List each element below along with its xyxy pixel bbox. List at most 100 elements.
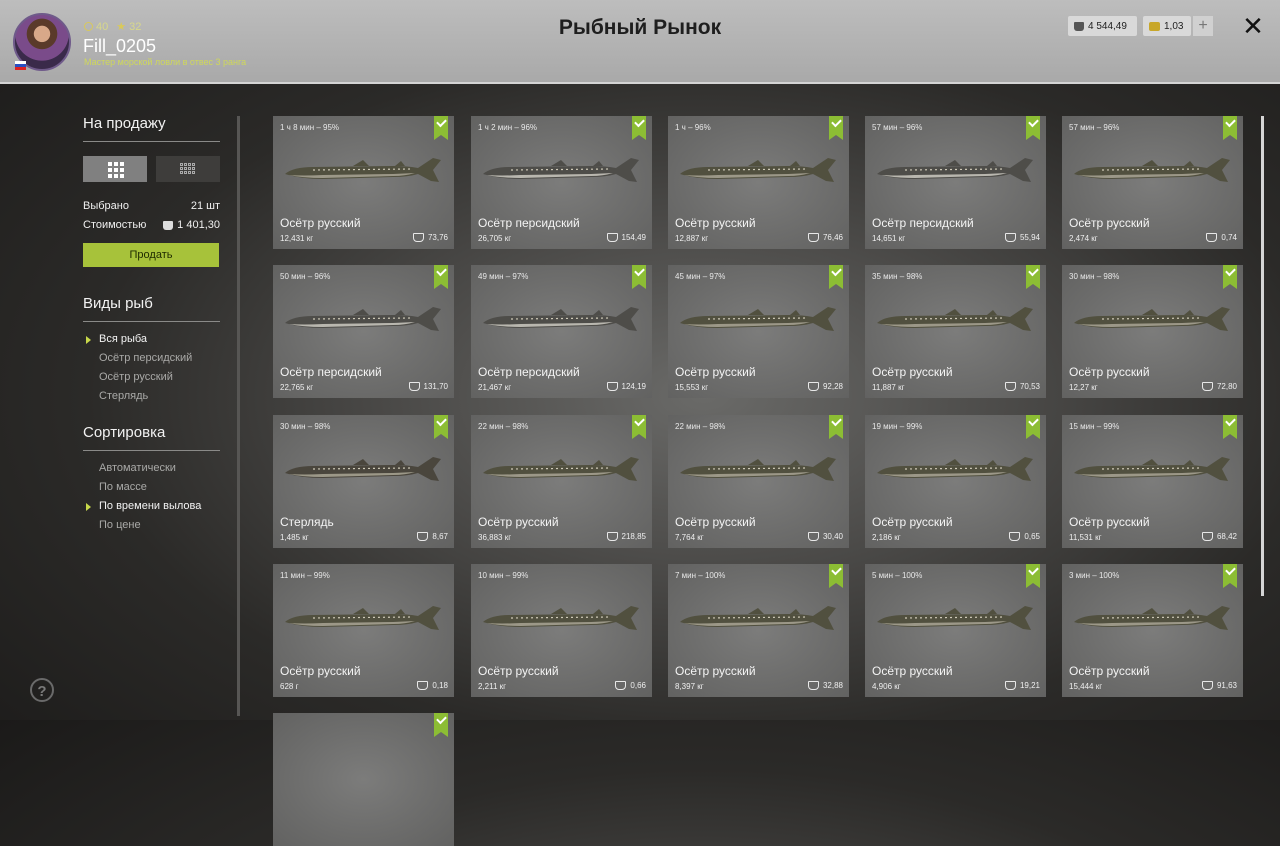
sort-item[interactable]: По времени вылова bbox=[99, 500, 201, 512]
fish-price-value: 55,94 bbox=[1019, 233, 1040, 242]
species-item[interactable]: Осётр персидский bbox=[99, 352, 192, 364]
silver-bucket-icon bbox=[807, 532, 819, 541]
cost-label: Стоимостью bbox=[83, 219, 147, 231]
fish-card[interactable]: 19 мин – 99% Осётр русский 2,186 кг 0,65 bbox=[865, 415, 1046, 548]
fish-weight: 22,765 кг bbox=[280, 383, 314, 392]
species-item[interactable]: Вся рыба bbox=[99, 333, 147, 345]
fish-card[interactable]: 1 ч 2 мин – 96% Осётр персидский 26,705 кг… bbox=[471, 116, 652, 249]
fish-price-value: 72,80 bbox=[1216, 382, 1237, 391]
selected-check-icon[interactable] bbox=[1026, 265, 1040, 289]
selected-check-icon[interactable] bbox=[829, 116, 843, 140]
selected-check-icon[interactable] bbox=[632, 265, 646, 289]
fish-weight: 11,531 кг bbox=[1069, 533, 1102, 542]
fish-weight: 21,467 кг bbox=[478, 383, 512, 392]
fish-name: Осётр русский bbox=[1069, 664, 1150, 678]
silver-bucket-icon bbox=[417, 532, 429, 541]
fish-card[interactable]: 1 ч 8 мин – 95% Осётр русский 12,431 кг 73,… bbox=[273, 116, 454, 249]
selected-check-icon[interactable] bbox=[1026, 564, 1040, 588]
catch-time-quality: 50 мин – 96% bbox=[280, 272, 331, 281]
fish-price-value: 154,49 bbox=[621, 233, 646, 242]
selected-check-icon[interactable] bbox=[1026, 116, 1040, 140]
sort-item[interactable]: По массе bbox=[99, 481, 147, 493]
species-item[interactable]: Стерлядь bbox=[99, 390, 148, 402]
species-item[interactable]: Осётр русский bbox=[99, 371, 173, 383]
fish-card[interactable]: 57 мин – 96% Осётр персидский 14,651 кг 55,… bbox=[865, 116, 1046, 249]
selected-check-icon[interactable] bbox=[1223, 116, 1237, 140]
silver-bucket-icon bbox=[606, 233, 618, 242]
fish-card[interactable]: 22 мин – 98% Осётр русский 36,883 кг 218,85 bbox=[471, 415, 652, 548]
fish-name: Осётр русский bbox=[478, 664, 559, 678]
selected-check-icon[interactable] bbox=[1026, 415, 1040, 439]
large-grid-view-button[interactable] bbox=[83, 156, 147, 182]
selected-check-icon[interactable] bbox=[829, 564, 843, 588]
gold-balance: 1,03 bbox=[1143, 16, 1191, 36]
fish-card[interactable]: 5 мин – 100% Осётр русский 4,906 кг 19,21 bbox=[865, 564, 1046, 697]
fish-card[interactable]: 7 мин – 100% Осётр русский 8,397 кг 32,88 bbox=[668, 564, 849, 697]
fish-price-value: 73,76 bbox=[427, 233, 448, 242]
fish-card[interactable]: 35 мин – 98% Осётр русский 11,887 кг 70,53 bbox=[865, 265, 1046, 398]
selected-check-icon[interactable] bbox=[829, 265, 843, 289]
silver-bucket-icon bbox=[163, 220, 174, 230]
selected-check-icon[interactable] bbox=[632, 116, 646, 140]
close-icon[interactable]: ✕ bbox=[1240, 12, 1266, 40]
fish-image bbox=[1074, 307, 1230, 331]
silver-balance: 4 544,49 bbox=[1068, 16, 1137, 36]
fish-image bbox=[1074, 158, 1230, 182]
sell-button[interactable]: Продать bbox=[83, 243, 219, 267]
selected-check-icon[interactable] bbox=[1223, 265, 1237, 289]
fish-card[interactable]: 30 мин – 98% Осётр русский 12,27 кг 72,80 bbox=[1062, 265, 1243, 398]
catch-time-quality: 45 мин – 97% bbox=[675, 272, 726, 281]
fish-card[interactable] bbox=[273, 713, 454, 846]
fish-price: 92,28 bbox=[807, 382, 843, 391]
fish-card[interactable]: 45 мин – 97% Осётр русский 15,553 кг 92,28 bbox=[668, 265, 849, 398]
fish-card[interactable]: 49 мин – 97% Осётр персидский 21,467 кг 124… bbox=[471, 265, 652, 398]
selected-check-icon[interactable] bbox=[434, 116, 448, 140]
fish-image bbox=[483, 307, 639, 331]
fish-weight: 2,211 кг bbox=[478, 682, 507, 691]
silver-bucket-icon bbox=[807, 233, 819, 242]
sort-item[interactable]: Автоматически bbox=[99, 462, 176, 474]
fish-name: Осётр русский bbox=[675, 365, 756, 379]
selected-check-icon[interactable] bbox=[632, 415, 646, 439]
sort-item[interactable]: По цене bbox=[99, 519, 141, 531]
fish-card[interactable]: 3 мин – 100% Осётр русский 15,444 кг 91,63 bbox=[1062, 564, 1243, 697]
header-bar: 40 ★ 32 Fill_0205 Мастер морской ловли в … bbox=[0, 0, 1280, 84]
fish-price-value: 32,88 bbox=[822, 681, 843, 690]
fish-price-value: 68,42 bbox=[1216, 532, 1237, 541]
help-icon[interactable]: ? bbox=[30, 678, 54, 702]
selected-label: Выбрано bbox=[83, 200, 129, 212]
selected-check-icon[interactable] bbox=[434, 415, 448, 439]
fish-weight: 7,764 кг bbox=[675, 533, 704, 542]
selected-check-icon[interactable] bbox=[434, 265, 448, 289]
fish-card[interactable]: 57 мин – 96% Осётр русский 2,474 кг 0,74 bbox=[1062, 116, 1243, 249]
silver-bucket-icon bbox=[807, 382, 819, 391]
fish-price-value: 124,19 bbox=[621, 382, 646, 391]
fish-name: Осётр персидский bbox=[478, 365, 580, 379]
fish-card[interactable]: 11 мин – 99% Осётр русский 628 г 0,18 bbox=[273, 564, 454, 697]
selected-check-icon[interactable] bbox=[434, 713, 448, 737]
fish-card[interactable]: 10 мин – 99% Осётр русский 2,211 кг 0,66 bbox=[471, 564, 652, 697]
selected-check-icon[interactable] bbox=[1223, 564, 1237, 588]
fish-card[interactable]: 50 мин – 96% Осётр персидский 22,765 кг 131… bbox=[273, 265, 454, 398]
selected-check-icon[interactable] bbox=[1223, 415, 1237, 439]
fish-card[interactable]: 15 мин – 99% Осётр русский 11,531 кг 68,42 bbox=[1062, 415, 1243, 548]
fish-price: 68,42 bbox=[1201, 532, 1237, 541]
silver-bucket-icon bbox=[1074, 21, 1084, 31]
fish-price-value: 76,46 bbox=[822, 233, 843, 242]
scrollbar[interactable] bbox=[1261, 116, 1264, 596]
catch-time-quality: 1 ч 2 мин – 96% bbox=[478, 123, 538, 132]
fish-name: Осётр русский bbox=[1069, 216, 1150, 230]
fish-weight: 4,906 кг bbox=[872, 682, 901, 691]
small-grid-view-button[interactable] bbox=[156, 156, 220, 182]
fish-card[interactable]: 22 мин – 98% Осётр русский 7,764 кг 30,40 bbox=[668, 415, 849, 548]
fish-weight: 15,553 кг bbox=[675, 383, 709, 392]
fish-card[interactable]: 1 ч – 96% Осётр русский 12,887 кг 76,46 bbox=[668, 116, 849, 249]
silver-bucket-icon bbox=[1206, 233, 1218, 242]
add-currency-button[interactable]: + bbox=[1193, 16, 1213, 36]
fish-price-value: 0,74 bbox=[1221, 233, 1237, 242]
silver-bucket-icon bbox=[615, 681, 627, 690]
fish-card[interactable]: 30 мин – 98% Стерлядь 1,485 кг 8,67 bbox=[273, 415, 454, 548]
selected-check-icon[interactable] bbox=[829, 415, 843, 439]
fish-price: 76,46 bbox=[807, 233, 843, 242]
silver-bucket-icon bbox=[408, 382, 420, 391]
